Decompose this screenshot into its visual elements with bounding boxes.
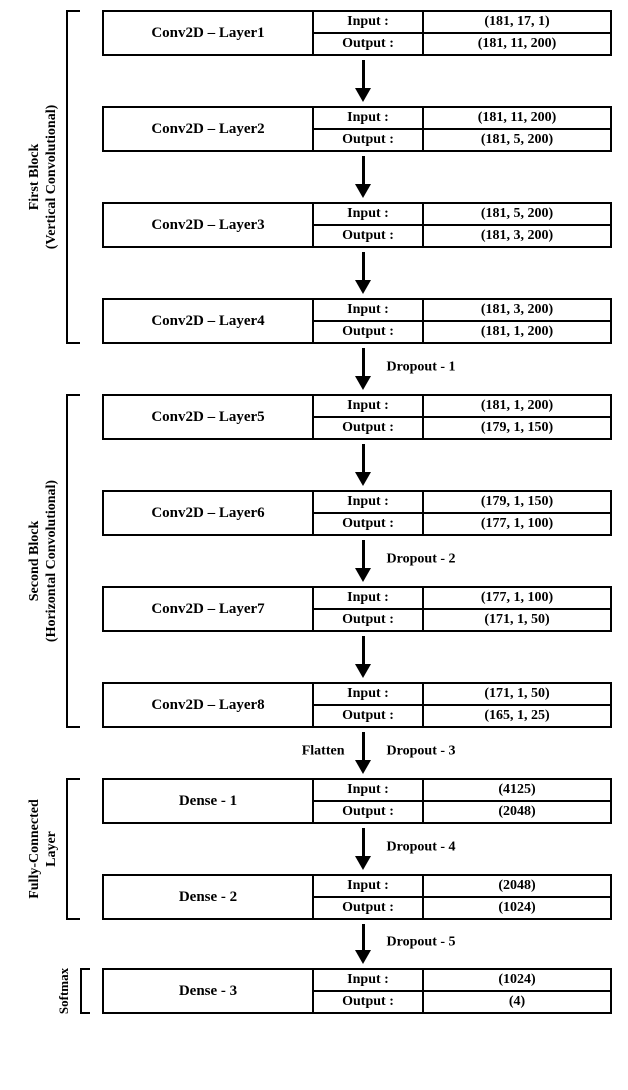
layer-name: Dense - 2 <box>104 876 314 918</box>
io-input-label: Input : <box>314 108 424 128</box>
io-input-value: (1024) <box>424 970 610 990</box>
io-input-label: Input : <box>314 588 424 608</box>
io-output-value: (165, 1, 25) <box>424 706 610 726</box>
io-input-label: Input : <box>314 492 424 512</box>
block2-label-line1: Second Block <box>27 521 42 602</box>
io-output-value: (179, 1, 150) <box>424 418 610 438</box>
io-input-value: (181, 1, 200) <box>424 396 610 416</box>
block1-label-line2: (Vertical Convolutional) <box>44 105 59 250</box>
io-output-value: (171, 1, 50) <box>424 610 610 630</box>
layer-name: Conv2D – Layer7 <box>104 588 314 630</box>
io-output-label: Output : <box>314 802 424 822</box>
block-1: First Block (Vertical Convolutional) Con… <box>6 10 618 344</box>
block2-label-line2: (Horizontal Convolutional) <box>44 480 59 642</box>
io-input-value: (171, 1, 50) <box>424 684 610 704</box>
block3-label-line2: Layer <box>44 831 59 867</box>
dropout-4-label: Dropout - 4 <box>387 839 456 855</box>
layer-conv2d-7: Conv2D – Layer7 Input :(177, 1, 100) Out… <box>102 586 612 632</box>
io-input-value: (181, 3, 200) <box>424 300 610 320</box>
layer-conv2d-2: Conv2D – Layer2 Input :(181, 11, 200) Ou… <box>102 106 612 152</box>
io-output-label: Output : <box>314 898 424 918</box>
io-output-value: (1024) <box>424 898 610 918</box>
io-output-value: (181, 5, 200) <box>424 130 610 150</box>
io-input-value: (181, 17, 1) <box>424 12 610 32</box>
io-output-label: Output : <box>314 34 424 54</box>
io-input-value: (2048) <box>424 876 610 896</box>
io-output-value: (181, 11, 200) <box>424 34 610 54</box>
io-output-value: (181, 1, 200) <box>424 322 610 342</box>
layer-name: Conv2D – Layer8 <box>104 684 314 726</box>
layer-name: Conv2D – Layer1 <box>104 12 314 54</box>
io-output-label: Output : <box>314 610 424 630</box>
io-output-value: (177, 1, 100) <box>424 514 610 534</box>
io-output-value: (4) <box>424 992 610 1012</box>
layer-conv2d-5: Conv2D – Layer5 Input :(181, 1, 200) Out… <box>102 394 612 440</box>
io-output-value: (181, 3, 200) <box>424 226 610 246</box>
io-output-label: Output : <box>314 322 424 342</box>
layer-name: Conv2D – Layer6 <box>104 492 314 534</box>
dropout-2-label: Dropout - 2 <box>387 551 456 567</box>
io-input-label: Input : <box>314 204 424 224</box>
layer-name: Conv2D – Layer5 <box>104 396 314 438</box>
block-3: Fully-Connected Layer Dense - 1 Input :(… <box>6 778 618 920</box>
io-input-value: (4125) <box>424 780 610 800</box>
layer-conv2d-3: Conv2D – Layer3 Input :(181, 5, 200) Out… <box>102 202 612 248</box>
io-input-label: Input : <box>314 300 424 320</box>
io-input-value: (181, 11, 200) <box>424 108 610 128</box>
io-output-label: Output : <box>314 226 424 246</box>
block3-label-line1: Fully-Connected <box>27 799 42 899</box>
dropout-5-label: Dropout - 5 <box>387 934 456 950</box>
io-output-label: Output : <box>314 992 424 1012</box>
block4-label-line1: Softmax <box>56 968 71 1014</box>
io-output-label: Output : <box>314 418 424 438</box>
flatten-label: Flatten <box>302 743 345 759</box>
layer-dense-2: Dense - 2 Input :(2048) Output :(1024) <box>102 874 612 920</box>
layer-name: Conv2D – Layer3 <box>104 204 314 246</box>
io-output-label: Output : <box>314 130 424 150</box>
io-output-label: Output : <box>314 706 424 726</box>
io-input-label: Input : <box>314 396 424 416</box>
io-input-label: Input : <box>314 12 424 32</box>
block1-label-line1: First Block <box>27 144 42 211</box>
io-input-value: (177, 1, 100) <box>424 588 610 608</box>
layer-conv2d-6: Conv2D – Layer6 Input :(179, 1, 150) Out… <box>102 490 612 536</box>
io-output-value: (2048) <box>424 802 610 822</box>
block-2: Second Block (Horizontal Convolutional) … <box>6 394 618 728</box>
dropout-1-label: Dropout - 1 <box>387 359 456 375</box>
io-input-label: Input : <box>314 970 424 990</box>
layer-name: Dense - 1 <box>104 780 314 822</box>
io-input-label: Input : <box>314 684 424 704</box>
architecture-diagram: First Block (Vertical Convolutional) Con… <box>6 10 618 1014</box>
layer-name: Conv2D – Layer4 <box>104 300 314 342</box>
io-input-label: Input : <box>314 876 424 896</box>
layer-conv2d-8: Conv2D – Layer8 Input :(171, 1, 50) Outp… <box>102 682 612 728</box>
layer-dense-1: Dense - 1 Input :(4125) Output :(2048) <box>102 778 612 824</box>
dropout-3-label: Dropout - 3 <box>387 743 456 759</box>
layer-dense-3: Dense - 3 Input :(1024) Output :(4) <box>102 968 612 1014</box>
io-input-label: Input : <box>314 780 424 800</box>
io-output-label: Output : <box>314 514 424 534</box>
layer-name: Dense - 3 <box>104 970 314 1012</box>
io-input-value: (181, 5, 200) <box>424 204 610 224</box>
layer-name: Conv2D – Layer2 <box>104 108 314 150</box>
io-input-value: (179, 1, 150) <box>424 492 610 512</box>
block-4: Softmax Dense - 3 Input :(1024) Output :… <box>6 968 618 1014</box>
layer-conv2d-1: Conv2D – Layer1 Input :(181, 17, 1) Outp… <box>102 10 612 56</box>
layer-conv2d-4: Conv2D – Layer4 Input :(181, 3, 200) Out… <box>102 298 612 344</box>
